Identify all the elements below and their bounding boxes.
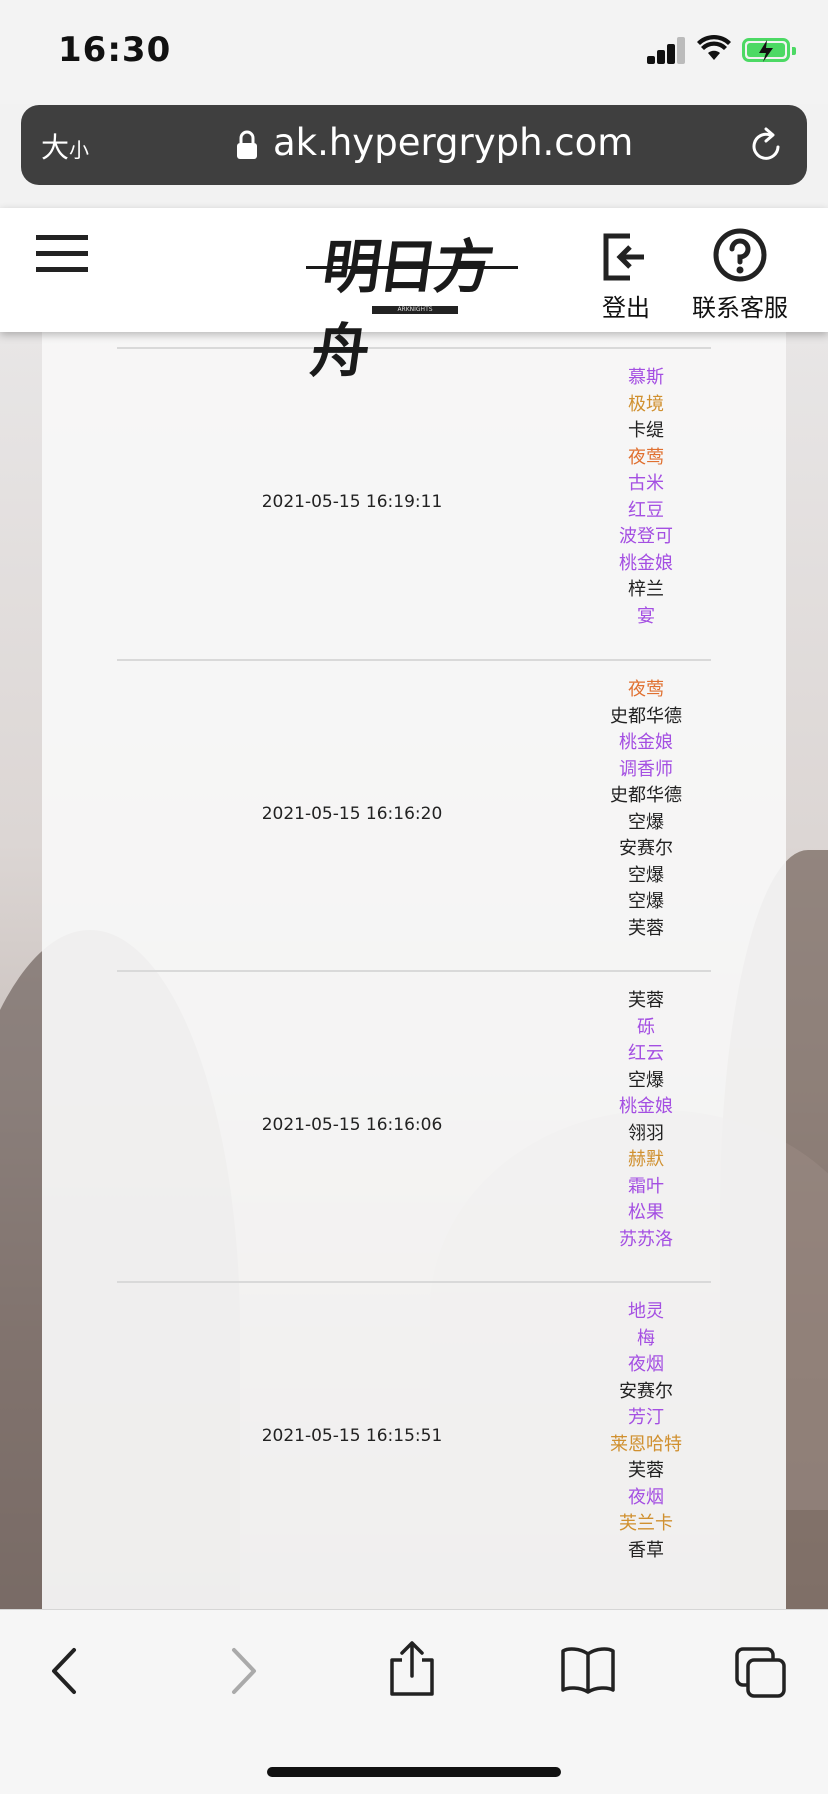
- url-text[interactable]: ak.hypergryph.com: [273, 121, 633, 164]
- operator-name: 翎羽: [628, 1122, 664, 1144]
- operator-name: 宴: [637, 605, 655, 627]
- site-header: 明日方舟 ARKNIGHTS 登出 联系客服: [0, 208, 828, 385]
- logout-icon: [603, 233, 644, 281]
- lock-icon: [237, 130, 257, 159]
- battery-icon: [742, 38, 796, 62]
- operator-name: 夜莺: [628, 679, 664, 700]
- forward-icon[interactable]: [226, 1646, 260, 1696]
- row-divider: [117, 1281, 711, 1283]
- operator-name: 梅: [637, 1327, 655, 1349]
- operator-name: 莱恩哈特: [610, 1433, 682, 1455]
- operator-name: 夜烟: [628, 1354, 664, 1375]
- record-names: 地灵 梅 夜烟 安赛尔 芳汀 莱恩哈特 芙蓉 夜烟 芙兰卡 香草: [562, 1299, 730, 1564]
- bookmarks-icon[interactable]: [560, 1646, 616, 1694]
- operator-name: 慕斯: [628, 367, 664, 388]
- operator-name: 赫默: [628, 1149, 664, 1170]
- text-size-button[interactable]: 大小: [41, 126, 89, 166]
- operator-name: 空爆: [628, 1069, 664, 1091]
- operator-name: 安赛尔: [619, 838, 673, 859]
- operator-name: 红豆: [628, 499, 664, 521]
- operator-name: 夜烟: [628, 1486, 664, 1508]
- operator-name: 调香师: [619, 758, 673, 780]
- operator-name: 芙兰卡: [619, 1513, 673, 1534]
- tabs-icon[interactable]: [734, 1646, 788, 1698]
- cellular-signal-icon: [647, 36, 687, 64]
- address-bar[interactable]: 大小 ak.hypergryph.com: [21, 105, 807, 185]
- back-icon[interactable]: [48, 1646, 82, 1696]
- operator-name: 红云: [628, 1043, 664, 1064]
- browser-toolbar: [0, 1609, 828, 1794]
- operator-name: 梓兰: [628, 579, 664, 600]
- record-time: 2021-05-15 16:16:20: [261, 804, 443, 824]
- operator-name: 芙蓉: [628, 917, 664, 939]
- row-divider: [117, 970, 711, 972]
- operator-name: 空爆: [628, 891, 664, 912]
- operator-name: 古米: [628, 473, 664, 494]
- reload-icon[interactable]: [748, 125, 786, 165]
- wifi-icon: [697, 34, 731, 60]
- operator-name: 安赛尔: [619, 1380, 673, 1402]
- arknights-logo[interactable]: 明日方舟 ARKNIGHTS: [306, 220, 518, 385]
- operator-name: 空爆: [628, 864, 664, 886]
- operator-name: 苏苏洛: [619, 1228, 673, 1250]
- operator-name: 卡缇: [628, 420, 664, 441]
- operator-name: 芙蓉: [628, 1460, 664, 1481]
- row-divider: [117, 659, 711, 661]
- operator-name: 极境: [628, 393, 664, 415]
- operator-name: 霜叶: [628, 1175, 664, 1197]
- operator-name: 夜莺: [628, 446, 664, 468]
- record-names: 慕斯 极境 卡缇 夜莺 古米 红豆 波登可 桃金娘 梓兰 宴: [562, 365, 730, 630]
- operator-name: 砾: [637, 1016, 655, 1038]
- operator-name: 史都华德: [610, 785, 682, 806]
- operator-name: 松果: [628, 1202, 664, 1223]
- record-time: 2021-05-15 16:16:06: [261, 1115, 443, 1135]
- operator-name: 史都华德: [610, 705, 682, 727]
- customer-service-button[interactable]: 联系客服: [688, 228, 792, 323]
- status-bar: 16:30: [0, 0, 828, 104]
- record-names: 夜莺 史都华德 桃金娘 调香师 史都华德 空爆 安赛尔 空爆 空爆 芙蓉: [562, 677, 730, 942]
- record-time: 2021-05-15 16:15:51: [261, 1426, 443, 1446]
- help-icon: [713, 228, 767, 282]
- operator-name: 地灵: [628, 1301, 664, 1322]
- home-indicator[interactable]: [267, 1767, 561, 1777]
- operator-name: 芙蓉: [628, 990, 664, 1011]
- operator-name: 波登可: [619, 526, 673, 547]
- menu-icon[interactable]: [36, 235, 88, 273]
- operator-name: 空爆: [628, 811, 664, 833]
- record-time: 2021-05-15 16:19:11: [261, 492, 443, 512]
- operator-name: 香草: [628, 1539, 664, 1561]
- operator-name: 芳汀: [628, 1407, 664, 1428]
- operator-name: 桃金娘: [619, 732, 673, 753]
- share-icon[interactable]: [388, 1640, 436, 1698]
- operator-name: 桃金娘: [619, 552, 673, 574]
- operator-name: 桃金娘: [619, 1096, 673, 1117]
- logout-button[interactable]: 登出: [596, 228, 656, 323]
- record-names: 芙蓉 砾 红云 空爆 桃金娘 翎羽 赫默 霜叶 松果 苏苏洛: [562, 988, 730, 1253]
- status-time: 16:30: [58, 30, 172, 70]
